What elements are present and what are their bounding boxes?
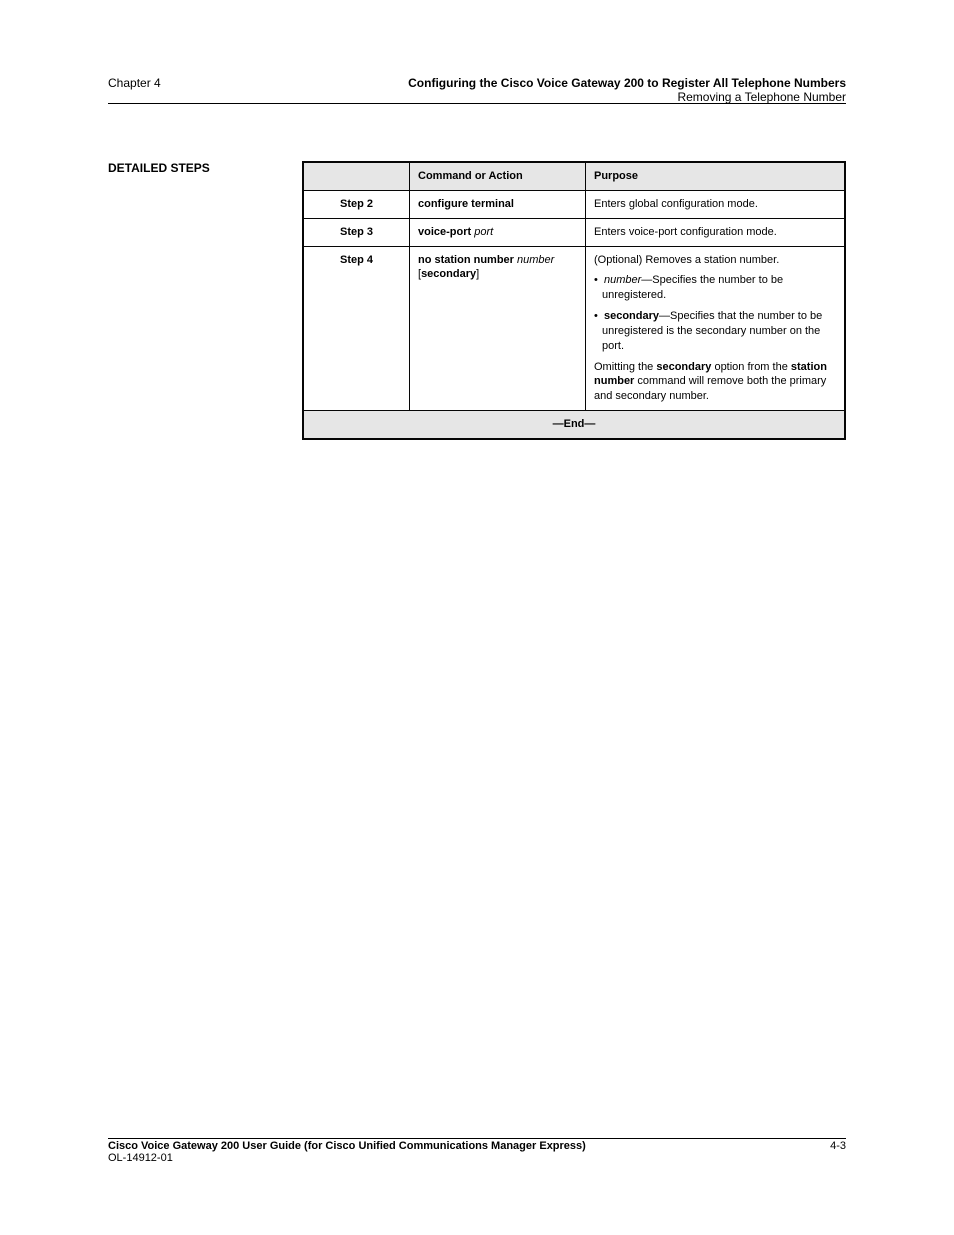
table-end-row: —End— <box>304 411 845 439</box>
footer-rule <box>108 1138 846 1139</box>
step-label: Step 2 <box>304 190 410 218</box>
table-header-command: Command or Action <box>410 163 586 191</box>
purpose-bullet: • secondary—Specifies that the number to… <box>602 309 836 354</box>
header-title-sub: Removing a Telephone Number <box>408 90 846 104</box>
table-row: Step 4 no station number number [seconda… <box>304 246 845 411</box>
header-rule <box>108 103 846 104</box>
footer-page-number: 4-3 <box>830 1140 846 1152</box>
table-row: Step 2 configure terminal Enters global … <box>304 190 845 218</box>
table-row: Step 3 voice-port port Enters voice-port… <box>304 218 845 246</box>
footer-doc-id: OL-14912-01 <box>108 1152 586 1164</box>
table-header-row: Command or Action Purpose <box>304 163 845 191</box>
purpose-line: (Optional) Removes a station number. <box>594 253 836 268</box>
table-end-label: —End— <box>304 411 845 439</box>
header-title: Configuring the Cisco Voice Gateway 200 … <box>408 76 846 104</box>
steps-table: Command or Action Purpose Step 2 configu… <box>302 161 846 440</box>
step-purpose: Enters voice-port configuration mode. <box>586 218 845 246</box>
header-chapter: Chapter 4 <box>108 76 161 90</box>
purpose-bullet: • number—Specifies the number to be unre… <box>602 273 836 303</box>
step-command: voice-port port <box>410 218 586 246</box>
step-purpose: Enters global configuration mode. <box>586 190 845 218</box>
purpose-line: Omitting the secondary option from the s… <box>594 360 836 405</box>
detailed-steps-heading: DETAILED STEPS <box>108 161 288 175</box>
header-title-main: Configuring the Cisco Voice Gateway 200 … <box>408 76 846 90</box>
footer-doc-title: Cisco Voice Gateway 200 User Guide (for … <box>108 1140 586 1152</box>
step-purpose: (Optional) Removes a station number. • n… <box>586 246 845 411</box>
step-label: Step 3 <box>304 218 410 246</box>
footer-left: Cisco Voice Gateway 200 User Guide (for … <box>108 1140 586 1164</box>
table-header-purpose: Purpose <box>586 163 845 191</box>
step-command: no station number number [secondary] <box>410 246 586 411</box>
table-header-blank <box>304 163 410 191</box>
step-label: Step 4 <box>304 246 410 411</box>
step-command: configure terminal <box>410 190 586 218</box>
